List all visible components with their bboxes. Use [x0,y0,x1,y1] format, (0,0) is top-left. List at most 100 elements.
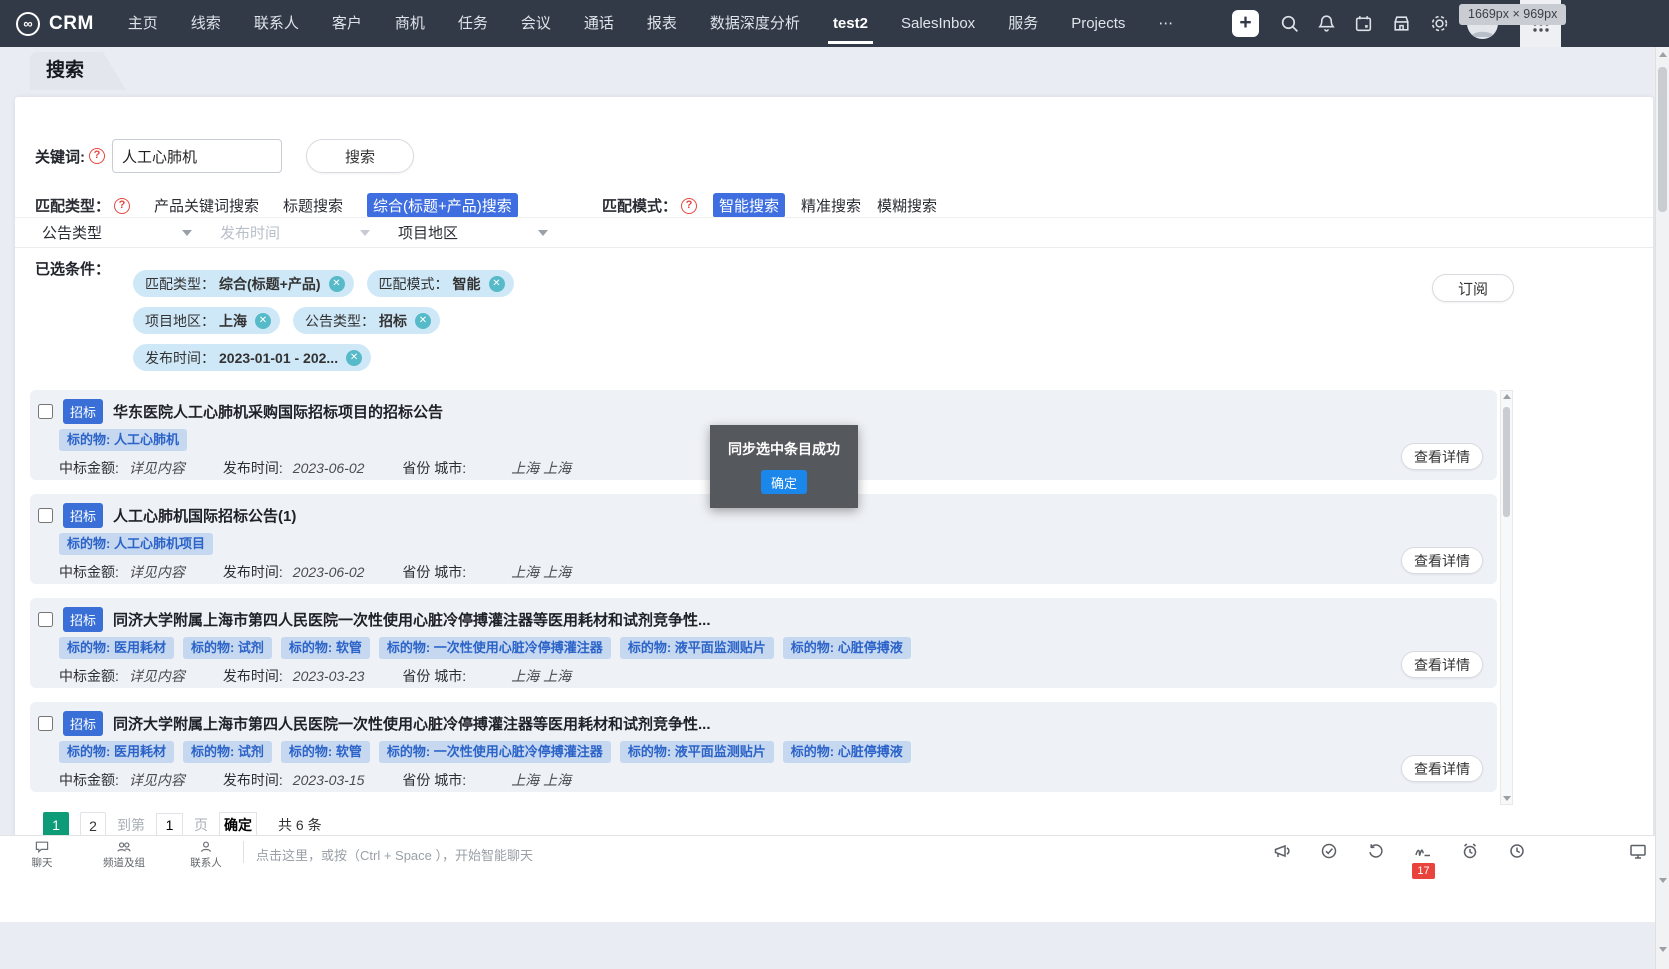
nav-item[interactable]: SalesInbox [901,0,975,47]
condition-tag: 发布时间：2023-01-01 - 202...✕ [133,344,371,371]
subscribe-button[interactable]: 订阅 [1432,274,1514,302]
filter-dropdown[interactable]: 公告类型 [42,222,192,243]
nav-item[interactable]: test2 [833,0,868,47]
refresh-icon[interactable] [1366,841,1386,861]
subject-tag: 标的物: 试剂 [183,741,272,763]
amount-label: 中标金额: [59,770,119,790]
create-plus-button[interactable]: + [1232,10,1259,37]
help-icon[interactable]: ? [89,148,105,164]
marketplace-icon[interactable] [1391,13,1412,34]
result-checkbox[interactable] [38,716,53,731]
match-option[interactable]: 精准搜索 [801,195,861,216]
condition-value: 综合(标题+产品) [219,274,321,294]
goto-page-input[interactable] [156,813,183,838]
remove-tag-icon[interactable]: ✕ [255,313,271,329]
scroll-up-icon[interactable] [1658,49,1667,60]
view-detail-button[interactable]: 查看详情 [1401,443,1483,470]
match-mode-label: 匹配模式：? [602,195,697,216]
window-scrollbar-thumb[interactable] [1658,67,1667,212]
scroll-down-icon[interactable] [1658,944,1667,955]
nav-item[interactable]: 会议 [521,0,551,47]
search-panel: 关键词: ? 搜索 匹配类型：? 产品关键词搜索标题搜索综合(标题+产品)搜索 … [15,97,1653,878]
nav-item[interactable]: Projects [1071,0,1125,47]
monitor-icon[interactable] [1628,841,1648,861]
nav-item[interactable]: 客户 [332,0,362,47]
match-option[interactable]: 智能搜索 [713,193,785,218]
tab-search[interactable]: 搜索 [30,52,126,90]
alarm-clock-icon[interactable] [1460,841,1480,861]
history-clock-icon[interactable] [1507,841,1527,861]
subject-tag: 标的物: 试剂 [183,637,272,659]
nav-item[interactable]: ⋯ [1158,0,1173,47]
calendar-icon[interactable] [1353,13,1374,34]
search-icon[interactable] [1279,13,1300,34]
nav-item[interactable]: 报表 [647,0,677,47]
contacts-button[interactable]: 联系人 [180,839,232,870]
match-option[interactable]: 标题搜索 [283,195,343,216]
subject-tag: 标的物: 医用耗材 [59,741,174,763]
goto-page-label: 到第 [117,815,145,835]
nav-item[interactable]: 商机 [395,0,425,47]
smart-chat-input[interactable]: 点击这里，或按（Ctrl + Space ），开始智能聊天 [256,845,533,864]
result-meta: 中标金额: 详见内容 发布时间: 2023-03-15 省份 城市: 上海 上海 [59,770,571,790]
scroll-down-icon[interactable] [1658,875,1667,886]
keyword-input[interactable] [112,139,282,173]
chat-button[interactable]: 聊天 [16,839,68,870]
remove-tag-icon[interactable]: ✕ [329,276,345,292]
subject-tag: 标的物: 医用耗材 [59,637,174,659]
result-checkbox[interactable] [38,508,53,523]
scroll-down-icon[interactable] [1502,793,1511,804]
result-checkbox[interactable] [38,404,53,419]
scroll-up-icon[interactable] [1502,391,1511,402]
match-option[interactable]: 产品关键词搜索 [154,195,259,216]
nav-item[interactable]: 通话 [584,0,614,47]
results-scrollbar-thumb[interactable] [1503,407,1510,517]
region-label: 省份 城市: [402,666,466,686]
nav-item[interactable]: 联系人 [254,0,299,47]
remove-tag-icon[interactable]: ✕ [489,276,505,292]
filter-label: 公告类型 [42,222,102,243]
search-button[interactable]: 搜索 [306,139,414,173]
remove-tag-icon[interactable]: ✕ [346,350,362,366]
result-type-badge: 招标 [63,607,103,632]
match-option[interactable]: 模糊搜索 [877,195,937,216]
brand[interactable]: ∞ CRM [16,12,94,36]
amount-label: 中标金额: [59,458,119,478]
filter-label: 发布时间 [220,222,280,243]
notification-badge: 17 [1412,863,1435,879]
remove-tag-icon[interactable]: ✕ [415,313,431,329]
filter-dropdown[interactable]: 发布时间 [220,222,370,243]
filter-dropdown[interactable]: 项目地区 [398,222,548,243]
nav-item[interactable]: 任务 [458,0,488,47]
megaphone-icon[interactable] [1272,841,1292,861]
task-check-icon[interactable] [1319,841,1339,861]
condition-value: 2023-01-01 - 202... [219,350,338,366]
gear-icon[interactable] [1429,13,1450,34]
chevron-down-icon [182,230,192,236]
view-detail-button[interactable]: 查看详情 [1401,547,1483,574]
result-subject-tags: 标的物: 医用耗材标的物: 试剂标的物: 软管标的物: 一次性使用心脏冷停搏灌注… [59,741,911,763]
bell-icon[interactable] [1316,13,1337,34]
match-mode-group: 匹配模式：? 智能搜索精准搜索模糊搜索 [602,193,937,218]
condition-name: 匹配模式： [379,274,449,294]
nav-item[interactable]: 线索 [191,0,221,47]
results-scrollbar [1500,390,1513,805]
nav-item[interactable]: 数据深度分析 [710,0,800,47]
help-icon[interactable]: ? [681,198,697,214]
result-checkbox[interactable] [38,612,53,627]
nav-item[interactable]: 主页 [128,0,158,47]
channels-groups-button[interactable]: 频道及组 [98,839,150,870]
signature-icon[interactable] [1413,841,1433,861]
region-label: 省份 城市: [402,562,466,582]
view-detail-button[interactable]: 查看详情 [1401,651,1483,678]
help-icon[interactable]: ? [114,198,130,214]
view-detail-button[interactable]: 查看详情 [1401,755,1483,782]
match-option[interactable]: 综合(标题+产品)搜索 [367,193,518,218]
chevron-down-icon [360,230,370,236]
condition-tag: 公告类型：招标✕ [293,307,440,334]
chevron-down-icon [538,230,548,236]
dialog-ok-button[interactable]: 确定 [761,470,807,494]
nav-menu: 主页线索联系人客户商机任务会议通话报表数据深度分析 test2 SalesInbox… [128,0,1174,47]
nav-item[interactable]: 服务 [1008,0,1038,47]
subject-tag: 标的物: 人工心肺机 [59,429,187,451]
